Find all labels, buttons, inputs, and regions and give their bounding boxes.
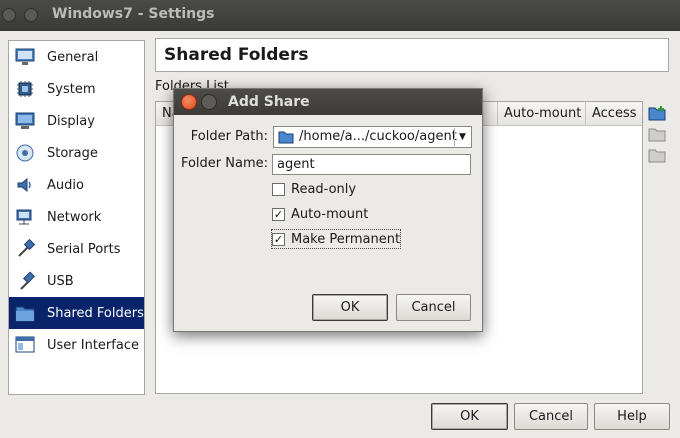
sidebar-item-label: Audio [47, 177, 84, 193]
folder-name-input[interactable] [272, 154, 471, 175]
sidebar-item-shared-folders[interactable]: Shared Folders [9, 297, 144, 329]
folder-path-value: /home/a.../cuckoo/agent [299, 129, 457, 144]
folder-icon [278, 130, 294, 144]
sidebar-item-audio[interactable]: Audio [9, 169, 144, 201]
add-share-dialog: Add Share Folder Path: /home/a.../cuckoo… [173, 88, 483, 332]
window-titlebar: Windows7 - Settings [0, 0, 680, 31]
dialog-titlebar: Add Share [174, 89, 482, 115]
dialog-title: Add Share [228, 94, 310, 110]
chevron-down-icon[interactable]: ▼ [454, 128, 470, 146]
readonly-check-box[interactable] [272, 182, 285, 196]
sidebar-item-label: USB [47, 273, 74, 289]
sidebar-item-label: Network [47, 209, 102, 225]
dialog-ok-button[interactable]: OK [312, 294, 388, 321]
settings-sidebar: General System Display Storage Audio Net… [8, 40, 145, 395]
serial-ports-icon [15, 239, 35, 259]
close-icon[interactable] [2, 8, 16, 22]
sidebar-item-system[interactable]: System [9, 73, 144, 105]
sidebar-item-label: Display [47, 113, 95, 129]
automount-label: Auto-mount [291, 206, 369, 222]
automount-checkbox[interactable]: ✓ Auto-mount [272, 205, 368, 223]
sidebar-item-general[interactable]: General [9, 41, 144, 73]
display-icon [15, 111, 35, 131]
sidebar-item-user-interface[interactable]: User Interface [9, 329, 144, 361]
monitor-icon [15, 47, 35, 67]
sidebar-item-label: System [47, 81, 96, 97]
user-interface-icon [15, 335, 35, 355]
folder-path-select[interactable]: /home/a.../cuckoo/agent ▼ [273, 126, 472, 148]
permanent-label: Make Permanent [291, 231, 401, 247]
chip-icon [15, 79, 35, 99]
folder-icon [15, 303, 35, 323]
column-header-auto-mount[interactable]: Auto-mount [498, 102, 586, 125]
sidebar-item-label: Shared Folders [47, 305, 144, 321]
help-button[interactable]: Help [594, 403, 670, 430]
sidebar-item-storage[interactable]: Storage [9, 137, 144, 169]
automount-check-box[interactable]: ✓ [272, 207, 285, 221]
permanent-check-box[interactable]: ✓ [272, 232, 285, 246]
window-title: Windows7 - Settings [52, 6, 215, 22]
sidebar-item-label: Storage [47, 145, 98, 161]
usb-icon [15, 271, 35, 291]
sidebar-item-serial-ports[interactable]: Serial Ports [9, 233, 144, 265]
page-title: Shared Folders [164, 45, 309, 65]
edit-folder-icon[interactable] [648, 125, 666, 143]
network-icon [15, 207, 35, 227]
add-folder-icon[interactable] [648, 104, 666, 122]
make-permanent-checkbox[interactable]: ✓ Make Permanent [270, 229, 402, 249]
sidebar-item-network[interactable]: Network [9, 201, 144, 233]
ok-button[interactable]: OK [431, 403, 508, 430]
readonly-label: Read-only [291, 181, 357, 197]
maximize-icon[interactable] [24, 8, 38, 22]
folder-name-label: Folder Name: [180, 156, 268, 171]
sidebar-item-display[interactable]: Display [9, 105, 144, 137]
sidebar-item-label: Serial Ports [47, 241, 121, 257]
sidebar-item-usb[interactable]: USB [9, 265, 144, 297]
remove-folder-icon[interactable] [648, 146, 666, 164]
folder-path-label: Folder Path: [190, 129, 268, 144]
dialog-cancel-button[interactable]: Cancel [396, 294, 471, 321]
column-header-access[interactable]: Access [586, 102, 642, 125]
close-icon[interactable] [181, 94, 197, 110]
page-header: Shared Folders [155, 38, 669, 72]
sidebar-item-label: User Interface [47, 337, 139, 353]
maximize-icon[interactable] [201, 94, 217, 110]
folder-tools [648, 104, 668, 167]
cancel-button[interactable]: Cancel [514, 403, 588, 430]
storage-icon [15, 143, 35, 163]
sidebar-item-label: General [47, 49, 99, 65]
readonly-checkbox[interactable]: Read-only [272, 180, 356, 198]
audio-icon [15, 175, 35, 195]
